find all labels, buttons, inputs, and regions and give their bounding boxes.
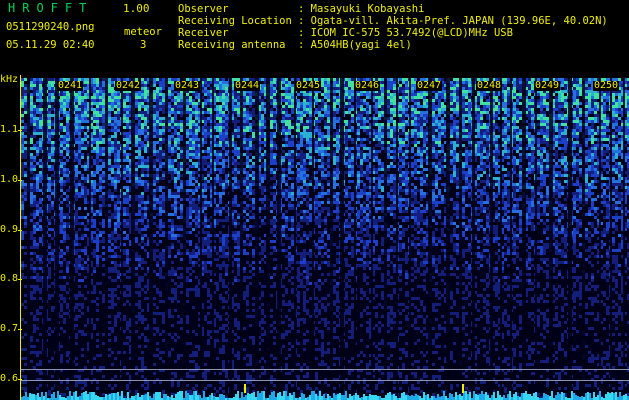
x-label-0245: 0245 (295, 80, 322, 91)
meteor-label: meteor (124, 26, 162, 38)
location-label: Receiving Location (178, 15, 292, 27)
x-label-0249: 0249 (534, 80, 561, 91)
observer-label: Observer (178, 3, 229, 15)
y-label-0-6: 0.6 (0, 373, 19, 384)
x-label-0246: 0246 (354, 80, 381, 91)
file-name: 0511290240.png (6, 21, 95, 33)
receiver-value: : ICOM IC-575 53.7492(@LCD)MHz USB (298, 27, 513, 39)
observer-value: : Masayuki Kobayashi (298, 3, 425, 15)
date-time: 05.11.29 02:40 (6, 39, 95, 51)
y-axis-unit: kHz (0, 74, 19, 85)
reference-line-lower (21, 380, 629, 381)
antenna-value: : A504HB(yagi 4el) (298, 39, 412, 51)
y-tick (18, 180, 22, 181)
x-label-0241: 0241 (57, 80, 84, 91)
x-label-0242: 0242 (115, 80, 142, 91)
x-label-0248: 0248 (476, 80, 503, 91)
y-label-0-8: 0.8 (0, 273, 19, 284)
y-tick (18, 230, 22, 231)
y-tick (18, 279, 22, 280)
y-tick (18, 329, 22, 330)
y-label-1-0: 1.0 (0, 174, 19, 185)
location-value: : Ogata-vill. Akita-Pref. JAPAN (139.96E… (298, 15, 608, 27)
marker-cursor (244, 384, 246, 393)
x-label-0244: 0244 (234, 80, 261, 91)
app-title: HROFFT (8, 1, 94, 15)
x-label-0247: 0247 (416, 80, 443, 91)
x-label-0243: 0243 (174, 80, 201, 91)
y-axis-line (20, 75, 21, 400)
app-version: 1.00 (123, 2, 150, 15)
marker-cursor (462, 384, 464, 393)
spectrogram (21, 78, 629, 400)
x-label-0250: 0250 (593, 80, 620, 91)
y-label-0-7: 0.7 (0, 323, 19, 334)
receiver-label: Receiver (178, 27, 229, 39)
antenna-label: Receiving antenna (178, 39, 286, 51)
y-tick (18, 130, 22, 131)
meteor-count: 3 (140, 39, 147, 51)
y-label-0-9: 0.9 (0, 224, 19, 235)
header-panel: HROFFT 1.00 0511290240.png meteor 05.11.… (0, 0, 629, 75)
reference-line-upper (21, 369, 629, 370)
y-label-1-1: 1.1 (0, 124, 19, 135)
